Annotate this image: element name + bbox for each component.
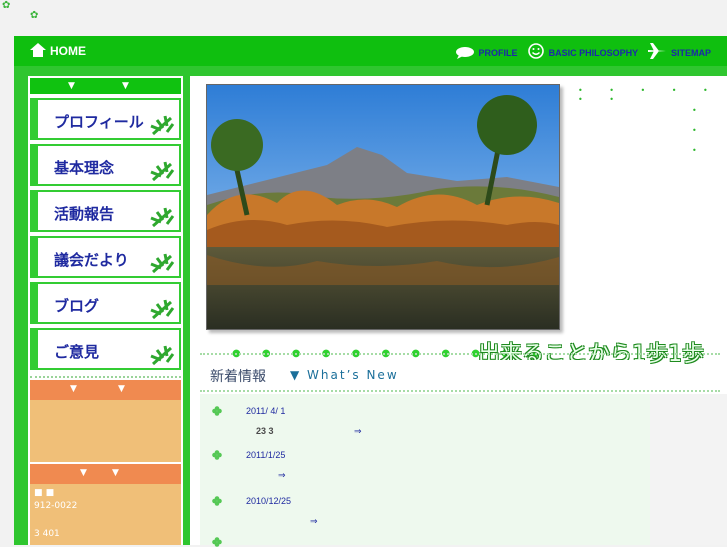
sidebar-item-opinion[interactable]: ご意見 bbox=[30, 328, 181, 370]
decorative-dots: • • • • • • • bbox=[578, 86, 720, 104]
home-label: HOME bbox=[50, 44, 86, 58]
top-navigation-bar: HOME PROFILE BASIC PHILOSOPHY SITEMAP bbox=[14, 36, 727, 66]
news-link-arrow[interactable]: ⇒ bbox=[354, 426, 362, 437]
airplane-icon bbox=[648, 43, 667, 59]
news-link-arrow[interactable]: ⇒ bbox=[278, 470, 286, 481]
clover-icon bbox=[212, 406, 222, 416]
leaf-icon bbox=[150, 253, 175, 274]
sidebar-item-label: ご意見 bbox=[54, 343, 100, 361]
main-content: ● ● ● ● ● ● ● ● ● ● ● 出来ることから1歩1歩 • • • … bbox=[190, 76, 727, 547]
contact-box-header: ▼ ▼ bbox=[30, 464, 181, 484]
flower-icon: ✿ bbox=[2, 0, 11, 11]
arrow-down-icon: ▼ bbox=[122, 81, 129, 91]
contact-info: ■ ■ 912-0022 3 401 bbox=[30, 484, 181, 543]
sidebar-item-label: 基本理念 bbox=[54, 159, 115, 177]
news-text: 23 3 bbox=[256, 426, 274, 436]
home-link[interactable]: HOME bbox=[30, 43, 86, 58]
decorative-dot: • bbox=[692, 146, 697, 155]
sidebar-contact-box: ▼ ▼ ■ ■ 912-0022 3 401 bbox=[30, 464, 181, 545]
sidebar-item-philosophy[interactable]: 基本理念 bbox=[30, 144, 181, 186]
arrow-down-icon: ▼ bbox=[118, 384, 125, 394]
smiley-icon bbox=[528, 43, 544, 59]
basic-philosophy-link[interactable]: BASIC PHILOSOPHY bbox=[549, 48, 638, 58]
leaf-icon bbox=[150, 345, 175, 366]
hero-photo bbox=[206, 84, 560, 330]
news-date: 2011/ 4/ 1 bbox=[246, 406, 286, 416]
news-list: 2011/ 4/ 1 23 3 ⇒ 2011/1/25 ⇒ 2010/12/25… bbox=[200, 394, 650, 547]
leaf-icon bbox=[150, 161, 175, 182]
contact-line: ■ ■ bbox=[34, 488, 55, 498]
news-date: 2010/12/25 bbox=[246, 496, 292, 506]
divider bbox=[200, 353, 720, 355]
decorative-dot: • bbox=[692, 106, 697, 115]
divider bbox=[30, 376, 181, 378]
news-header: 新着情報 ▼ What’s New bbox=[204, 360, 650, 388]
leaf-icon bbox=[150, 299, 175, 320]
arrow-down-icon: ▼ bbox=[68, 81, 75, 91]
sitemap-link[interactable]: SITEMAP bbox=[671, 48, 711, 58]
postal-code: 912-0022 bbox=[34, 501, 78, 511]
left-sidebar: ▼ ▼ プロフィール 基本理念 活動報告 議会だより ブログ ご意見 ▼ ▼ ▼… bbox=[28, 76, 183, 545]
address-line: 3 401 bbox=[34, 529, 60, 539]
arrow-down-icon: ▼ bbox=[80, 468, 87, 478]
decorative-dot: • bbox=[692, 126, 697, 135]
sidebar-arrow-bar: ▼ ▼ bbox=[30, 78, 181, 94]
page-frame: HOME PROFILE BASIC PHILOSOPHY SITEMAP ▼ … bbox=[14, 36, 727, 547]
news-subtitle: ▼ What’s New bbox=[290, 368, 399, 382]
sidebar-item-label: 議会だより bbox=[54, 251, 129, 269]
sidebar-item-label: 活動報告 bbox=[54, 205, 115, 223]
speech-bubble-icon bbox=[456, 47, 475, 59]
arrow-down-icon: ▼ bbox=[70, 384, 77, 394]
news-title: 新着情報 bbox=[210, 369, 266, 385]
divider bbox=[200, 390, 720, 392]
landscape-image bbox=[207, 85, 559, 329]
sidebar-orange-box: ▼ ▼ bbox=[30, 380, 181, 462]
sidebar-item-profile[interactable]: プロフィール bbox=[30, 98, 181, 140]
leaf-icon bbox=[150, 207, 175, 228]
home-icon bbox=[30, 43, 46, 57]
sidebar-item-activity[interactable]: 活動報告 bbox=[30, 190, 181, 232]
header-nav: PROFILE BASIC PHILOSOPHY SITEMAP bbox=[456, 43, 711, 59]
sidebar-item-label: プロフィール bbox=[54, 113, 144, 131]
news-side-panel bbox=[650, 394, 727, 545]
flower-icon: ✿ bbox=[30, 10, 39, 21]
sidebar-item-assembly[interactable]: 議会だより bbox=[30, 236, 181, 278]
news-link-arrow[interactable]: ⇒ bbox=[310, 516, 318, 527]
clover-icon bbox=[212, 496, 222, 506]
arrow-down-icon: ▼ bbox=[112, 468, 119, 478]
sidebar-item-label: ブログ bbox=[54, 297, 100, 315]
news-date: 2011/1/25 bbox=[246, 450, 286, 460]
orange-box-header: ▼ ▼ bbox=[30, 380, 181, 400]
clover-icon bbox=[212, 450, 222, 460]
leaf-icon bbox=[150, 115, 175, 136]
profile-link[interactable]: PROFILE bbox=[479, 48, 518, 58]
clover-icon bbox=[212, 537, 222, 547]
sidebar-item-blog[interactable]: ブログ bbox=[30, 282, 181, 324]
